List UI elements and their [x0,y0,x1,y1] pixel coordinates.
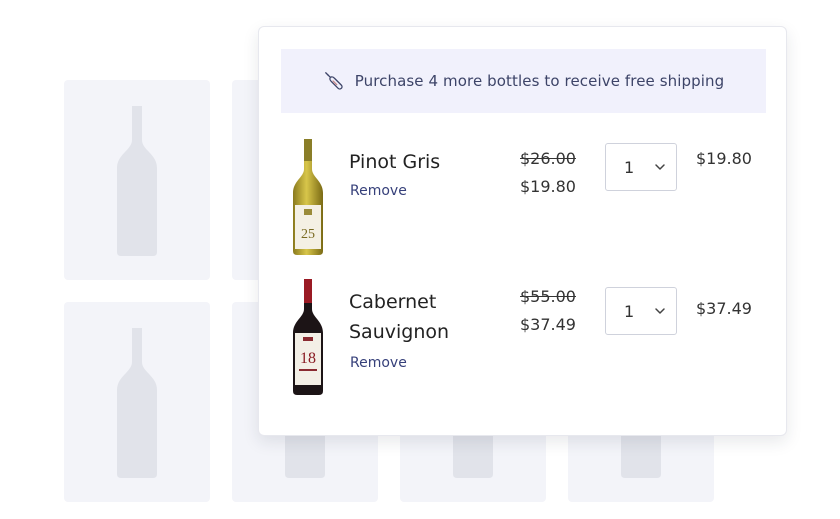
placeholder-product-tile [64,302,210,502]
remove-item-button[interactable]: Remove [350,355,407,371]
chevron-down-icon [654,305,666,317]
cabernet-sauvignon-bottle-image: 18 [289,279,327,395]
cart-item: 25 Pinot Gris Remove $26.00 $19.80 1 $19… [259,139,786,259]
bottle-label-number: 18 [300,350,316,367]
cart-item-name: Pinot Gris [349,151,441,173]
quantity-select[interactable]: 1 [605,143,677,191]
sale-price: $19.80 [520,177,576,196]
bottle-placeholder-icon [117,106,157,256]
free-shipping-banner: Purchase 4 more bottles to receive free … [281,49,766,113]
chevron-down-icon [654,161,666,173]
quantity-value: 1 [624,157,635,177]
sale-price: $37.49 [520,315,576,334]
pinot-gris-bottle-image: 25 [289,139,327,255]
cart-item: 18 Cabernet Sauvignon Remove $55.00 $37.… [259,279,786,399]
line-total: $19.80 [696,149,752,168]
quantity-select[interactable]: 1 [605,287,677,335]
remove-item-button[interactable]: Remove [350,183,407,199]
line-total: $37.49 [696,299,752,318]
placeholder-product-tile [64,80,210,280]
mini-cart-popover: Purchase 4 more bottles to receive free … [258,26,787,436]
bottle-placeholder-icon [117,328,157,478]
quantity-value: 1 [624,301,635,321]
cart-item-name: Cabernet Sauvignon [349,291,450,343]
free-shipping-message: Purchase 4 more bottles to receive free … [354,72,725,90]
bottle-label-number: 25 [301,227,315,242]
original-price: $55.00 [520,287,576,306]
original-price: $26.00 [520,149,576,168]
wine-bottle-icon [323,70,345,92]
